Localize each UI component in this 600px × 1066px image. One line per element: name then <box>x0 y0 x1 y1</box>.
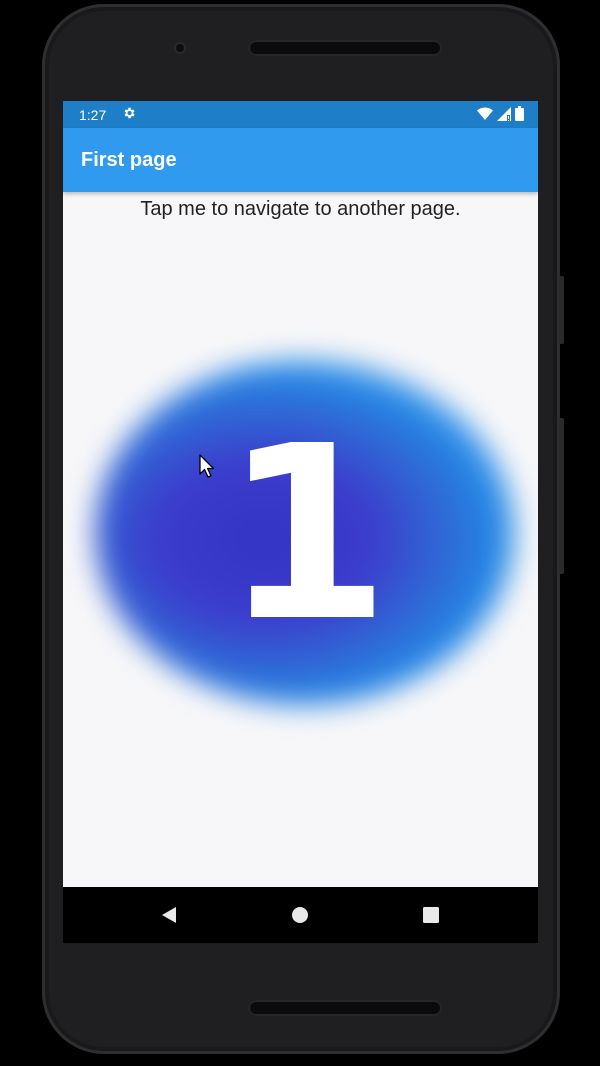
home-button[interactable] <box>286 901 314 929</box>
home-icon <box>292 907 308 923</box>
tap-instruction[interactable]: Tap me to navigate to another page. <box>63 198 538 221</box>
volume-button <box>559 418 564 574</box>
mouse-cursor-icon <box>199 454 215 478</box>
status-bar: 1:27 <box>63 101 538 128</box>
battery-icon <box>515 106 524 121</box>
status-time: 1:27 <box>79 107 107 123</box>
top-speaker <box>248 40 442 56</box>
app-bar: First page <box>63 128 538 192</box>
front-camera <box>174 42 186 54</box>
signal-icon <box>497 106 511 121</box>
back-button[interactable] <box>155 901 183 929</box>
navigation-bar <box>63 887 538 943</box>
recents-button[interactable] <box>417 901 445 929</box>
tap-area[interactable]: Tap me to navigate to another page. 1 <box>63 192 538 887</box>
page-title: First page <box>81 149 177 171</box>
power-button <box>559 276 564 344</box>
status-icons <box>477 106 524 121</box>
back-icon <box>162 907 176 923</box>
bottom-speaker <box>248 1000 442 1016</box>
page-number: 1 <box>223 394 390 674</box>
settings-icon <box>122 106 136 123</box>
recents-icon <box>423 907 439 923</box>
wifi-icon <box>477 106 493 120</box>
screen: 1:27 First page Tap me to navigate to an… <box>63 101 538 943</box>
